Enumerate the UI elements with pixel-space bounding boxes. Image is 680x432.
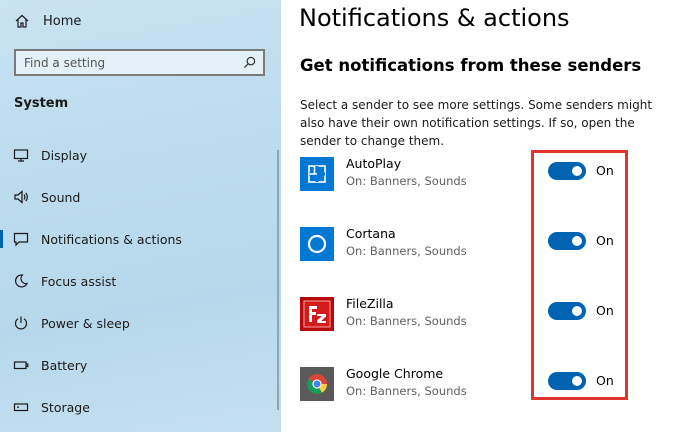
chrome-icon	[300, 367, 334, 401]
highlight-annotation-box	[531, 150, 628, 400]
search-input[interactable]	[24, 55, 224, 70]
search-box[interactable]	[14, 49, 265, 76]
home-icon	[15, 14, 29, 28]
description-text: Select a sender to see more settings. So…	[300, 98, 653, 148]
notification-icon	[13, 232, 29, 247]
sender-status: On: Banners, Sounds	[346, 314, 467, 328]
sidebar-item-label: Notifications & actions	[41, 231, 182, 247]
section-heading: Get notifications from these senders	[300, 56, 642, 75]
sidebar-item-label: Focus assist	[41, 273, 117, 289]
filezilla-icon	[300, 297, 334, 331]
sidebar-item-label: Battery	[41, 357, 88, 373]
sidebar: Home System Display Sound Notifications …	[0, 0, 281, 432]
sidebar-item-battery[interactable]: Battery	[0, 353, 281, 377]
home-link[interactable]: Home	[14, 10, 81, 32]
home-label: Home	[43, 13, 82, 29]
sidebar-scrollbar[interactable]	[277, 150, 279, 410]
sidebar-item-label: Storage	[41, 399, 90, 415]
sidebar-item-notifications[interactable]: Notifications & actions	[0, 227, 281, 251]
page-title: Notifications & actions	[299, 4, 570, 32]
sender-status: On: Banners, Sounds	[346, 174, 467, 188]
autoplay-icon	[300, 157, 334, 191]
cortana-icon	[300, 227, 334, 261]
moon-icon	[15, 274, 29, 288]
sender-status: On: Banners, Sounds	[346, 244, 467, 258]
sender-name: AutoPlay	[346, 156, 402, 171]
storage-icon	[13, 403, 29, 412]
sender-name: Google Chrome	[346, 366, 444, 381]
sender-status: On: Banners, Sounds	[346, 384, 467, 398]
power-icon	[14, 316, 28, 330]
sidebar-item-label: Sound	[41, 189, 81, 205]
sidebar-item-power-sleep[interactable]: Power & sleep	[0, 311, 281, 335]
sidebar-item-label: Power & sleep	[41, 315, 130, 331]
sidebar-item-display[interactable]: Display	[0, 143, 281, 167]
battery-icon	[13, 361, 29, 370]
display-icon	[13, 149, 29, 162]
section-title: System	[14, 96, 69, 111]
sidebar-item-sound[interactable]: Sound	[0, 185, 281, 209]
main-content: Notifications & actions Get notification…	[281, 0, 680, 432]
sender-name: Cortana	[346, 226, 396, 241]
sidebar-item-label: Display	[41, 147, 88, 163]
search-icon[interactable]	[243, 56, 256, 69]
sound-icon	[14, 190, 28, 204]
sidebar-item-focus-assist[interactable]: Focus assist	[0, 269, 281, 293]
sidebar-item-storage[interactable]: Storage	[0, 395, 281, 419]
sender-name: FileZilla	[346, 296, 394, 311]
